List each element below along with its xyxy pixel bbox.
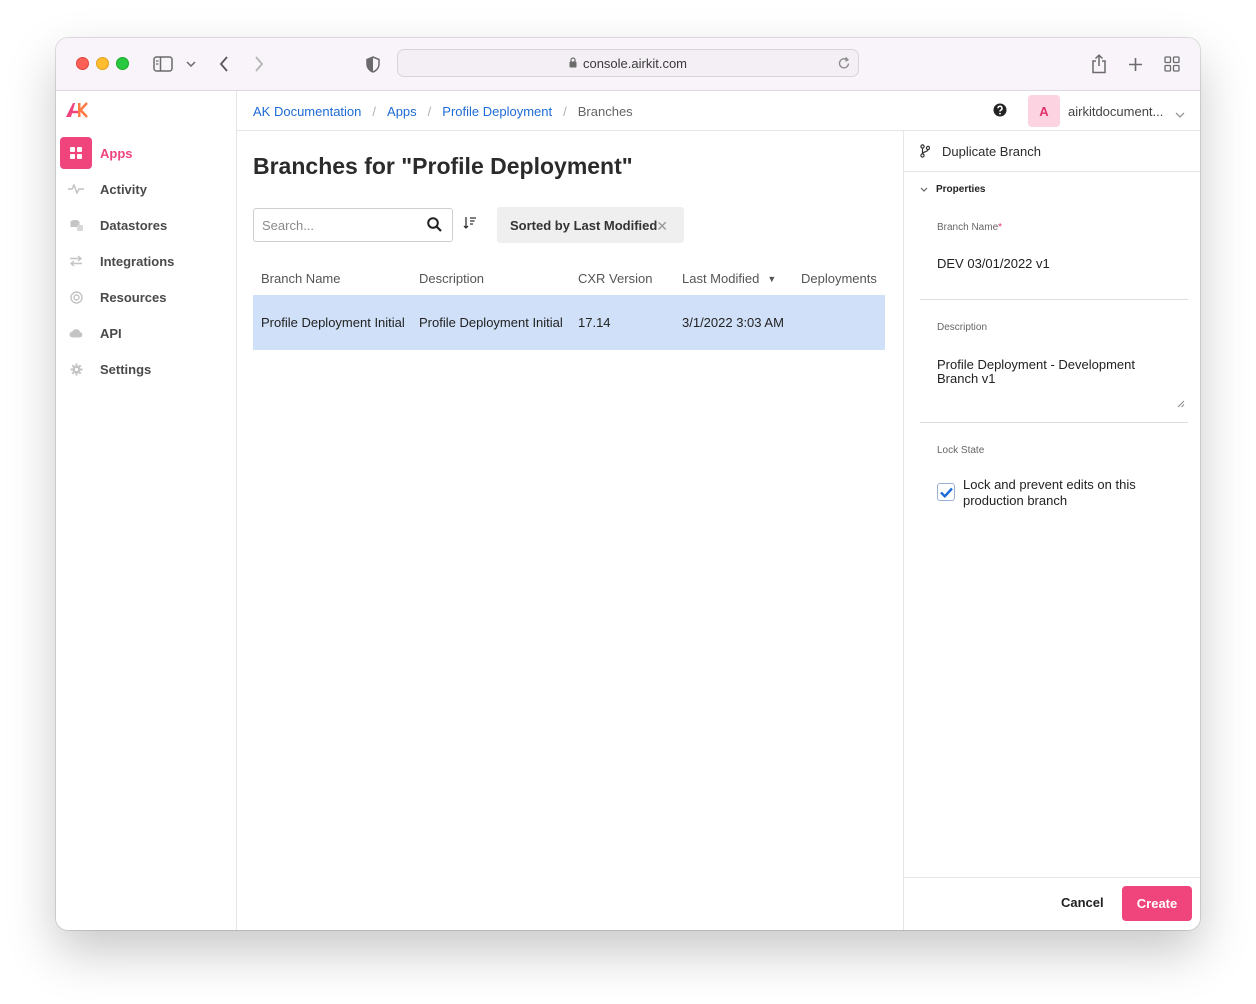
breadcrumb-separator: / — [427, 103, 432, 119]
resize-handle-icon[interactable] — [1177, 395, 1185, 413]
panel-footer-divider — [904, 877, 1200, 878]
create-button[interactable]: Create — [1122, 886, 1192, 921]
sidebar-item-label: Datastores — [100, 217, 168, 233]
column-header-last-modified[interactable]: Last Modified ▼ — [682, 262, 776, 295]
privacy-shield-icon[interactable] — [364, 52, 382, 76]
panel-title: Duplicate Branch — [942, 143, 1041, 159]
breadcrumb-link-app[interactable]: Profile Deployment — [442, 104, 552, 119]
sidebar-item-integrations[interactable]: Integrations — [60, 245, 230, 277]
column-header-description[interactable]: Description — [419, 262, 484, 295]
divider — [920, 299, 1188, 300]
lock-state-label: Lock State — [937, 445, 985, 456]
sidebar-item-label: API — [100, 325, 122, 341]
breadcrumb-link-org[interactable]: AK Documentation — [253, 104, 361, 119]
sidebar-item-label: Apps — [100, 145, 133, 161]
chevron-down-icon — [920, 184, 928, 195]
main-content: Branches for "Profile Deployment" Sorted… — [237, 131, 903, 930]
tab-overview-icon[interactable] — [1163, 52, 1181, 76]
lock-checkbox-label[interactable]: Lock and prevent edits on this productio… — [963, 477, 1153, 509]
lock-checkbox[interactable] — [937, 483, 955, 501]
chevron-down-icon[interactable] — [1175, 105, 1185, 123]
sidebar-item-activity[interactable]: Activity — [60, 173, 230, 205]
minimize-window-button[interactable] — [96, 57, 109, 70]
address-bar[interactable]: console.airkit.com — [397, 49, 859, 77]
divider — [920, 422, 1188, 423]
required-marker: * — [998, 222, 1003, 233]
datastores-icon — [60, 209, 92, 241]
sidebar-item-label: Integrations — [100, 253, 175, 269]
duplicate-branch-panel: Duplicate Branch Properties Branch Name*… — [903, 131, 1200, 930]
column-header-deployments[interactable]: Deployments — [801, 262, 877, 295]
close-icon[interactable]: ✕ — [656, 218, 668, 235]
airkit-logo[interactable] — [65, 101, 89, 124]
branch-name-label-text: Branch Name — [937, 222, 999, 233]
search-box — [253, 208, 453, 242]
branch-name-label: Branch Name* — [937, 222, 1002, 233]
forward-arrow-icon[interactable] — [251, 52, 267, 76]
sort-chip-label: Sorted by Last Modified — [510, 217, 658, 233]
search-icon[interactable] — [427, 217, 442, 237]
breadcrumb-separator: / — [563, 103, 567, 119]
sidebar: Apps Activity Datastores Integrations Re — [56, 91, 237, 930]
sidebar-item-resources[interactable]: Resources — [60, 281, 230, 313]
app-header: AK Documentation / Apps / Profile Deploy… — [237, 91, 1200, 131]
close-window-button[interactable] — [76, 57, 89, 70]
sidebar-item-settings[interactable]: Settings — [60, 353, 230, 385]
branches-table: Branch Name Description CXR Version Last… — [253, 262, 885, 350]
column-header-label: Last Modified — [682, 271, 760, 286]
checkmark-icon — [939, 487, 953, 498]
table-row[interactable]: Profile Deployment Initial Profile Deplo… — [253, 295, 885, 350]
cell-cxr-version: 17.14 — [578, 315, 611, 330]
cell-branch-name: Profile Deployment Initial — [261, 315, 405, 330]
sidebar-item-datastores[interactable]: Datastores — [60, 209, 230, 241]
cell-last-modified: 3/1/2022 3:03 AM — [682, 315, 784, 330]
avatar[interactable]: A — [1028, 95, 1060, 127]
sidebar-item-label: Activity — [100, 181, 147, 197]
column-header-cxr-version[interactable]: CXR Version — [578, 262, 652, 295]
resources-icon — [60, 281, 92, 313]
column-header-branch-name[interactable]: Branch Name — [261, 262, 340, 295]
description-label: Description — [937, 322, 988, 333]
description-field[interactable]: Profile Deployment - Development Branch … — [937, 358, 1173, 386]
section-title: Properties — [936, 184, 986, 195]
reload-icon[interactable] — [838, 56, 851, 73]
gear-icon — [60, 353, 92, 385]
breadcrumb: AK Documentation / Apps / Profile Deploy… — [253, 91, 633, 131]
panel-header: Duplicate Branch — [904, 131, 1200, 172]
sort-order-icon[interactable] — [463, 216, 477, 234]
properties-section-toggle[interactable]: Properties — [920, 184, 985, 195]
table-header: Branch Name Description CXR Version Last… — [253, 262, 885, 295]
help-icon[interactable] — [993, 103, 1007, 122]
back-arrow-icon[interactable] — [216, 52, 232, 76]
breadcrumb-separator: / — [372, 103, 377, 119]
cancel-button[interactable]: Cancel — [1061, 895, 1104, 910]
sidebar-toggle-icon[interactable] — [152, 52, 174, 76]
zoom-window-button[interactable] — [116, 57, 129, 70]
url-text: console.airkit.com — [582, 55, 688, 71]
integrations-icon — [60, 245, 92, 277]
sidebar-item-apps[interactable]: Apps — [60, 137, 230, 169]
browser-toolbar: console.airkit.com — [56, 38, 1200, 91]
activity-icon — [60, 173, 92, 205]
chevron-down-icon[interactable] — [184, 52, 198, 76]
cell-description: Profile Deployment Initial — [419, 315, 563, 330]
breadcrumb-link-apps[interactable]: Apps — [387, 104, 417, 119]
account-name[interactable]: airkitdocument... — [1068, 91, 1163, 131]
apps-icon — [60, 137, 92, 169]
share-icon[interactable] — [1090, 52, 1108, 76]
new-tab-icon[interactable] — [1126, 52, 1144, 76]
page-title: Branches for "Profile Deployment" — [253, 153, 633, 179]
sidebar-item-api[interactable]: API — [60, 317, 230, 349]
search-input[interactable] — [254, 209, 414, 241]
branch-name-field[interactable]: DEV 03/01/2022 v1 — [937, 257, 1173, 271]
sort-filter-chip[interactable]: Sorted by Last Modified ✕ — [497, 207, 684, 243]
cloud-icon — [60, 317, 92, 349]
lock-icon — [569, 56, 577, 71]
sort-desc-icon: ▼ — [767, 273, 777, 284]
browser-window: console.airkit.com Apps Activity Datasto… — [56, 38, 1200, 930]
branch-icon — [920, 144, 931, 163]
breadcrumb-current: Branches — [577, 103, 633, 119]
sidebar-item-label: Settings — [100, 361, 152, 377]
sidebar-item-label: Resources — [100, 289, 167, 305]
